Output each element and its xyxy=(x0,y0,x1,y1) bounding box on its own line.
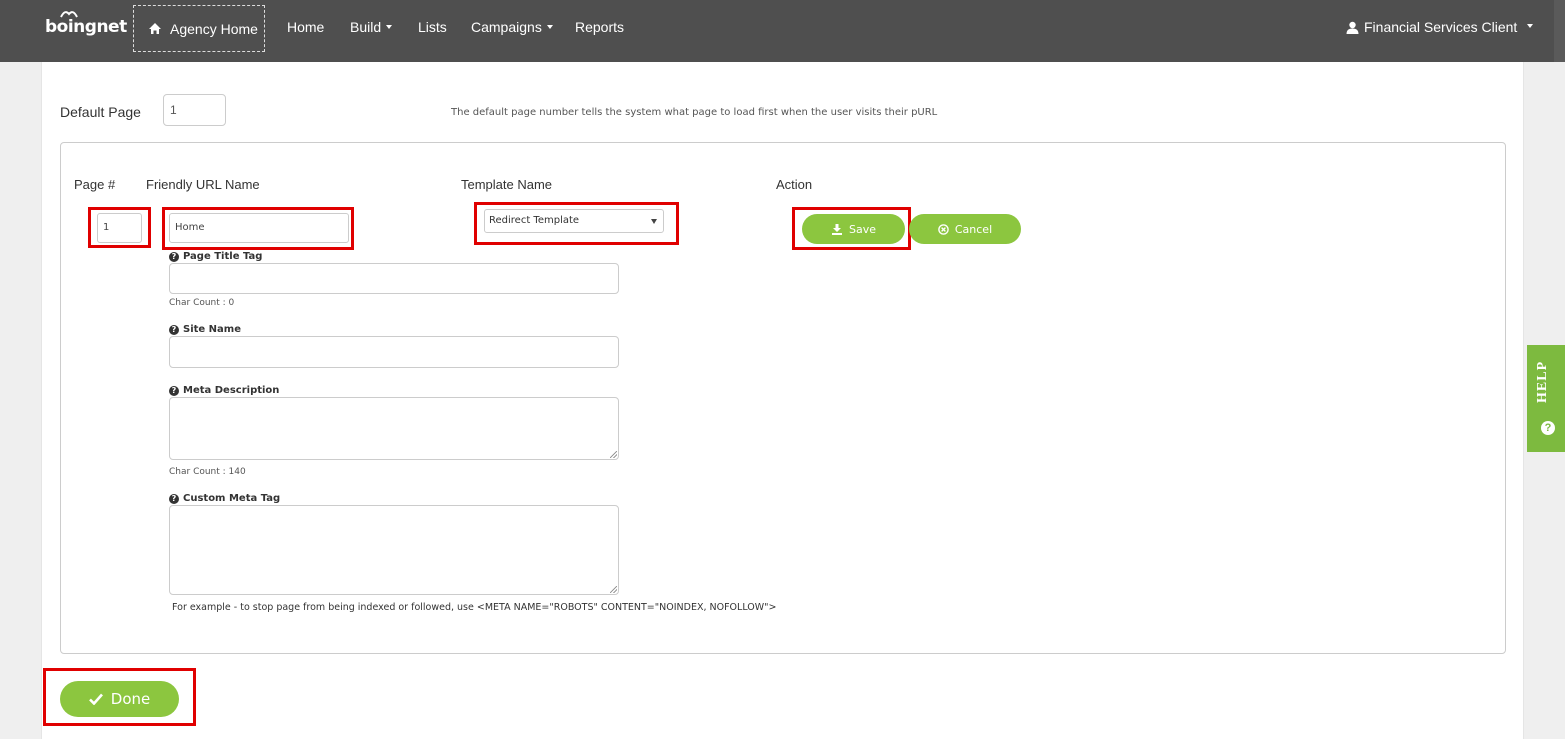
resize-handle-icon[interactable] xyxy=(610,586,617,593)
nav-lists[interactable]: Lists xyxy=(418,19,447,35)
question-icon[interactable]: ? xyxy=(169,385,179,396)
boingnet-logo[interactable]: boingnet xyxy=(45,11,127,41)
page-title-label: Page Title Tag xyxy=(183,251,263,262)
scrollbar[interactable] xyxy=(1554,0,1565,62)
highlight-save xyxy=(792,207,911,250)
nav-home[interactable]: Home xyxy=(287,19,324,35)
default-page-input[interactable] xyxy=(163,94,226,126)
nav-reports-label: Reports xyxy=(575,19,625,35)
custom-meta-textarea[interactable] xyxy=(169,505,619,595)
meta-description-textarea[interactable] xyxy=(169,397,619,460)
nav-reports[interactable]: Reports xyxy=(575,19,624,35)
home-icon xyxy=(149,23,161,34)
user-icon xyxy=(1346,21,1359,34)
user-name: Financial Services Client xyxy=(1364,19,1518,35)
logo-text: boingnet xyxy=(45,17,127,37)
nav-build[interactable]: Build xyxy=(350,19,393,35)
cancel-button[interactable]: Cancel xyxy=(909,214,1021,244)
nav-campaigns[interactable]: Campaigns xyxy=(471,19,553,35)
question-icon: ? xyxy=(1541,421,1555,435)
page-title-label-row: ? Page Title Tag xyxy=(169,251,262,262)
cancel-label: Cancel xyxy=(954,222,993,236)
question-icon[interactable]: ? xyxy=(169,251,179,262)
default-page-hint: The default page number tells the system… xyxy=(451,107,938,118)
highlight-done xyxy=(43,668,196,726)
site-name-label: Site Name xyxy=(183,324,241,335)
meta-description-char-count: Char Count : 140 xyxy=(169,467,246,477)
highlight-template xyxy=(474,202,679,245)
agency-home-button[interactable]: Agency Home xyxy=(133,5,265,52)
question-icon[interactable]: ? xyxy=(169,324,179,335)
nav-home-label: Home xyxy=(287,19,325,35)
top-navbar: boingnet Agency Home Home Build Lists Ca… xyxy=(0,0,1565,62)
default-page-label: Default Page xyxy=(60,104,141,120)
cancel-circle-icon xyxy=(938,223,949,235)
help-label: HELP xyxy=(1535,360,1550,403)
chevron-down-icon xyxy=(1527,24,1534,28)
nav-lists-label: Lists xyxy=(418,19,447,35)
page-title-input[interactable] xyxy=(169,263,619,294)
chevron-down-icon xyxy=(546,25,553,30)
header-template-name: Template Name xyxy=(461,177,553,192)
highlight-friendly-url xyxy=(162,207,354,250)
custom-meta-example: For example - to stop page from being in… xyxy=(172,602,777,613)
header-friendly-url: Friendly URL Name xyxy=(146,177,260,192)
nav-build-label: Build xyxy=(350,19,382,35)
resize-handle-icon[interactable] xyxy=(610,451,617,458)
page-title-char-count: Char Count : 0 xyxy=(169,298,235,308)
site-name-input[interactable] xyxy=(169,336,619,368)
site-name-label-row: ? Site Name xyxy=(169,324,241,335)
chevron-down-icon xyxy=(386,25,393,30)
agency-home-label: Agency Home xyxy=(170,20,258,37)
nav-campaigns-label: Campaigns xyxy=(471,19,542,35)
meta-description-label: Meta Description xyxy=(183,385,280,396)
help-tab[interactable]: HELP ? xyxy=(1527,345,1565,452)
custom-meta-label: Custom Meta Tag xyxy=(183,493,281,504)
highlight-page-number xyxy=(88,207,151,248)
custom-meta-label-row: ? Custom Meta Tag xyxy=(169,493,280,504)
user-menu[interactable]: Financial Services Client xyxy=(1346,19,1534,35)
header-page-number: Page # xyxy=(74,177,116,192)
question-icon[interactable]: ? xyxy=(169,493,179,504)
meta-description-label-row: ? Meta Description xyxy=(169,385,279,396)
header-action: Action xyxy=(776,177,813,192)
